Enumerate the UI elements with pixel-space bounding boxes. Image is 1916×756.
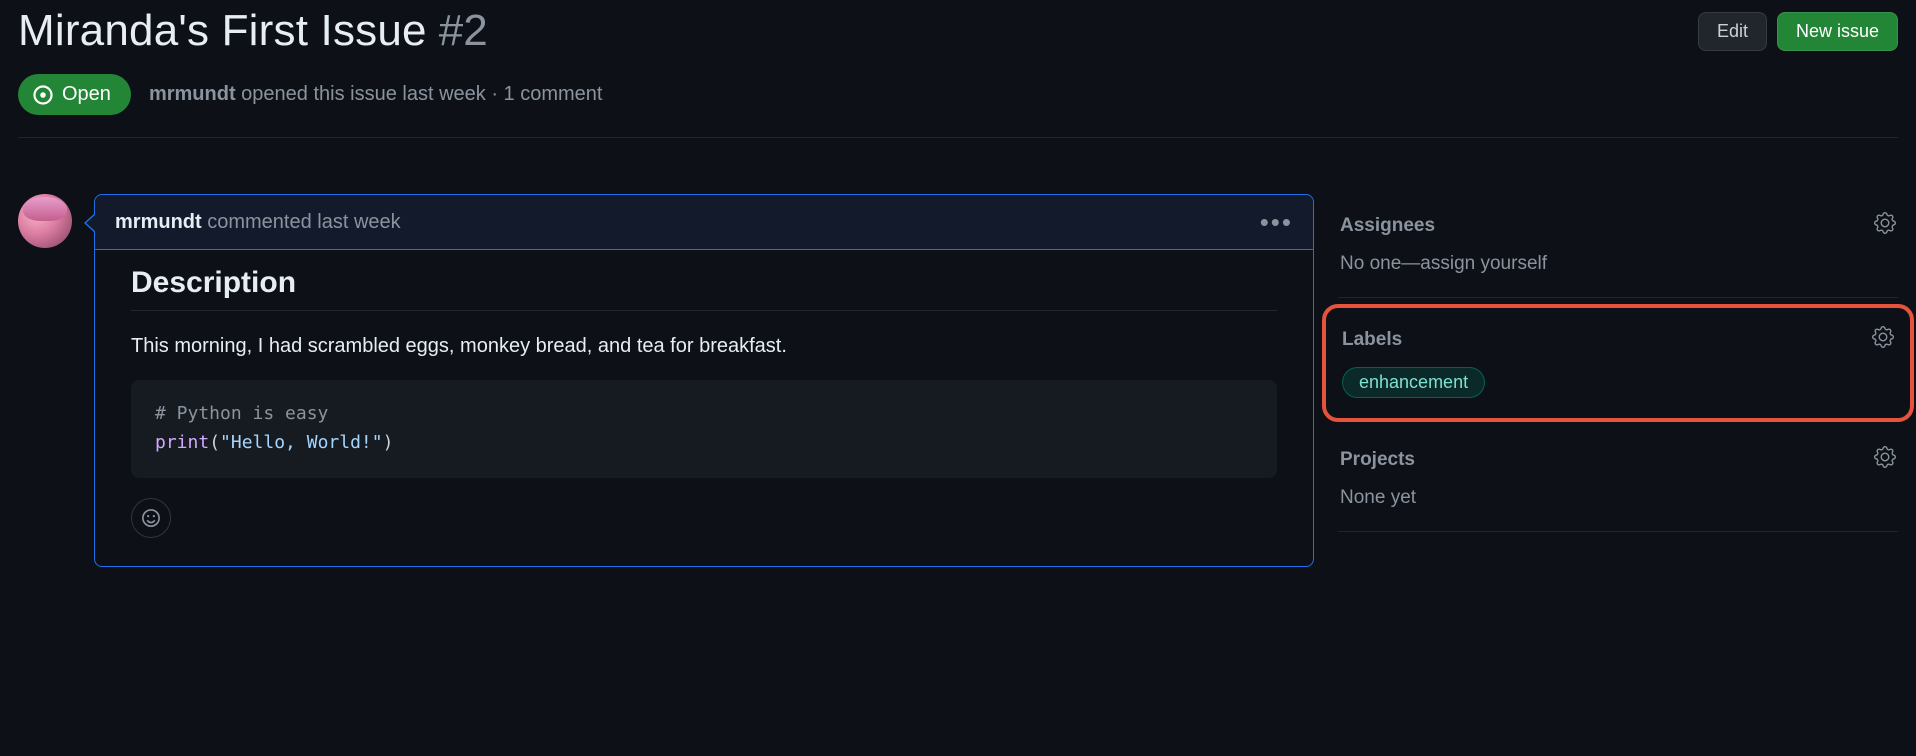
projects-title: Projects [1340,449,1415,471]
comment-action-text: commented last week [207,211,400,233]
state-label: Open [62,83,111,106]
new-issue-button[interactable]: New issue [1777,12,1898,51]
comment-box: mrmundt commented last week ••• Descript… [94,194,1314,567]
code-close-paren: ) [383,432,394,453]
avatar[interactable] [18,194,72,248]
comment-paragraph: This morning, I had scrambled eggs, monk… [131,335,1277,358]
assignees-none-text: No one— [1340,253,1420,274]
code-func: print [155,432,209,453]
add-reaction-button[interactable] [131,498,171,538]
state-badge: Open [18,74,131,115]
assignees-gear-icon[interactable] [1874,212,1896,239]
issue-title: Miranda's First Issue [18,6,427,56]
assign-yourself-link[interactable]: assign yourself [1420,253,1547,274]
issue-title-wrap: Miranda's First Issue #2 [18,6,488,56]
labels-section: Labels enhancement [1342,320,1894,398]
issue-meta-text: mrmundt opened this issue last week · 1 … [149,83,603,106]
edit-button[interactable]: Edit [1698,12,1767,51]
labels-highlight: Labels enhancement [1322,304,1914,422]
issue-opened-text: opened this issue last week · 1 comment [241,83,602,105]
comment-menu-icon[interactable]: ••• [1260,209,1293,235]
comment-author[interactable]: mrmundt [115,211,202,233]
projects-section: Projects None yet [1338,428,1898,532]
code-string: "Hello, World!" [220,432,383,453]
code-comment: # Python is easy [155,403,328,424]
issue-author[interactable]: mrmundt [149,83,236,105]
issue-number: #2 [439,6,488,56]
code-block: # Python is easy print("Hello, World!") [131,380,1277,478]
projects-none-text: None yet [1340,487,1416,508]
projects-gear-icon[interactable] [1874,446,1896,473]
issue-open-icon [32,84,54,106]
label-chip-enhancement[interactable]: enhancement [1342,367,1485,398]
labels-gear-icon[interactable] [1872,326,1894,353]
code-open-paren: ( [209,432,220,453]
assignees-title: Assignees [1340,215,1435,237]
assignees-section: Assignees No one—assign yourself [1338,194,1898,298]
smiley-icon [141,508,161,528]
labels-title: Labels [1342,329,1402,351]
comment-heading: Description [131,266,1277,311]
